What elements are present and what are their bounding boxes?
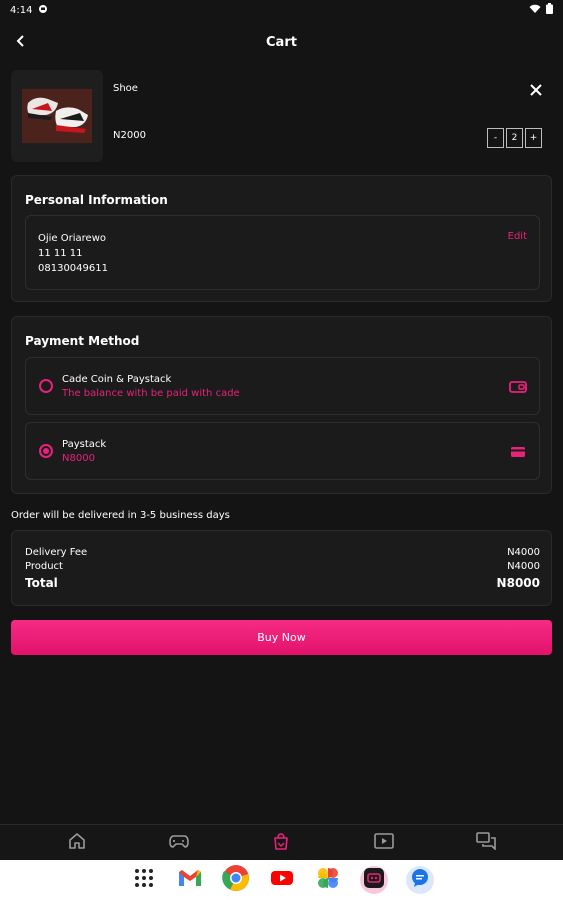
app-grid-icon — [134, 868, 154, 892]
product-row: Product N4000 — [25, 561, 540, 572]
quantity-value: 2 — [506, 128, 523, 148]
notification-icon — [38, 4, 48, 17]
payment-option-title: Cade Coin & Paystack — [62, 374, 172, 385]
shopping-bag-icon — [272, 832, 290, 854]
total-label: Total — [25, 576, 58, 590]
radio-cade-coin[interactable] — [39, 379, 53, 393]
payment-option-paystack[interactable]: Paystack N8000 — [25, 422, 540, 480]
nav-shop[interactable] — [270, 832, 292, 854]
back-button[interactable] — [12, 32, 30, 50]
edit-link[interactable]: Edit — [508, 231, 527, 242]
card-icon — [509, 443, 527, 461]
app-drawer-button[interactable] — [130, 866, 158, 894]
increment-button[interactable]: + — [525, 128, 542, 148]
payment-option-title: Paystack — [62, 439, 107, 450]
battery-icon — [546, 3, 553, 17]
app-bar: Cart — [0, 28, 563, 56]
customer-name: Ojie Oriarewo — [38, 233, 106, 244]
bottom-navigation — [0, 824, 563, 860]
payment-option-subtitle: N8000 — [62, 453, 95, 464]
personal-info-title: Personal Information — [25, 193, 168, 207]
product-name: Shoe — [113, 83, 138, 94]
messages-app[interactable] — [405, 866, 434, 894]
chrome-app[interactable] — [221, 864, 250, 896]
nav-games[interactable] — [168, 832, 190, 854]
gmail-app[interactable] — [176, 866, 204, 894]
youtube-icon — [270, 869, 294, 891]
nav-chat[interactable] — [475, 831, 497, 854]
system-dock — [0, 860, 563, 900]
remove-item-button[interactable] — [528, 82, 544, 98]
radio-paystack[interactable] — [39, 444, 53, 458]
payment-method-card: Payment Method Cade Coin & Paystack The … — [11, 316, 552, 494]
delivery-fee-label: Delivery Fee — [25, 547, 88, 558]
photos-app[interactable] — [314, 866, 342, 894]
product-price: N2000 — [113, 130, 146, 141]
quantity-stepper: - 2 + — [487, 128, 542, 148]
customer-phone: 08130049611 — [38, 263, 108, 274]
chat-icon — [476, 831, 496, 854]
chrome-icon — [221, 864, 250, 896]
youtube-app[interactable] — [268, 866, 296, 894]
product-value: N4000 — [507, 561, 540, 572]
payment-method-title: Payment Method — [25, 334, 140, 348]
cade-app[interactable] — [359, 866, 388, 894]
home-icon — [68, 832, 86, 854]
decrement-button[interactable]: - — [487, 128, 504, 148]
delivery-note: Order will be delivered in 3-5 business … — [11, 510, 230, 521]
cade-app-icon — [363, 867, 385, 893]
customer-address: 11 11 11 — [38, 248, 83, 259]
gamepad-icon — [169, 833, 190, 853]
product-image — [11, 70, 103, 162]
page-title: Cart — [266, 34, 297, 50]
chevron-left-icon — [16, 32, 26, 51]
close-icon — [528, 83, 544, 102]
nav-videos[interactable] — [373, 832, 395, 854]
total-value: N8000 — [496, 576, 540, 590]
delivery-fee-value: N4000 — [507, 547, 540, 558]
personal-info-card: Personal Information Ojie Oriarewo 11 11… — [11, 175, 552, 302]
status-bar: 4:14 — [0, 0, 563, 20]
payment-option-subtitle: The balance with be paid with cade — [62, 388, 240, 399]
total-row: Total N8000 — [25, 576, 540, 590]
status-time: 4:14 — [10, 4, 33, 16]
wifi-icon — [529, 4, 541, 17]
video-icon — [373, 832, 394, 853]
wallet-icon — [509, 378, 527, 396]
nav-home[interactable] — [66, 832, 88, 854]
personal-info-box: Ojie Oriarewo 11 11 11 08130049611 Edit — [25, 215, 540, 290]
order-summary-card: Delivery Fee N4000 Product N4000 Total N… — [11, 530, 552, 606]
delivery-fee-row: Delivery Fee N4000 — [25, 547, 540, 558]
gmail-icon — [178, 869, 202, 891]
buy-now-button[interactable]: Buy Now — [11, 620, 552, 655]
messages-icon — [409, 867, 431, 893]
cart-item: Shoe N2000 - 2 + — [11, 70, 552, 162]
payment-option-cade-coin[interactable]: Cade Coin & Paystack The balance with be… — [25, 357, 540, 415]
product-label: Product — [25, 561, 63, 572]
photos-icon — [316, 866, 340, 894]
